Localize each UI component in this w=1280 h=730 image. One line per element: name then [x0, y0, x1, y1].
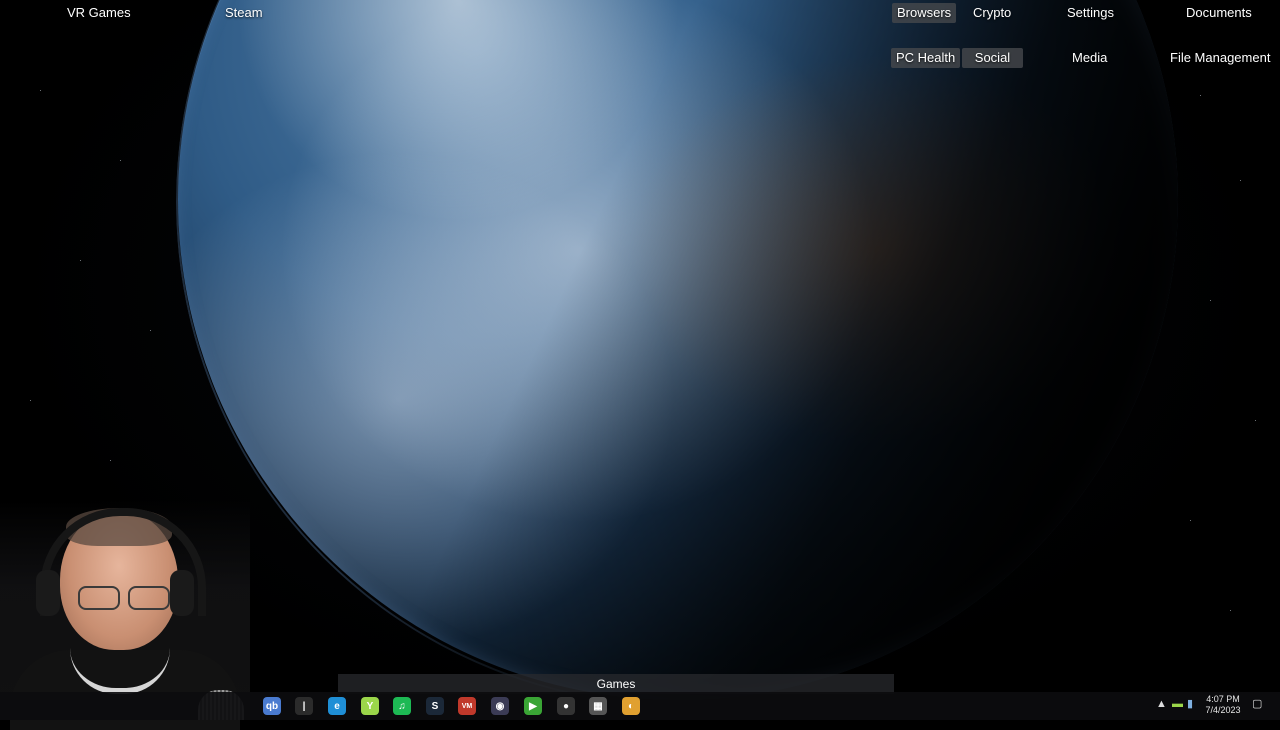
obs-icon[interactable]: ◉ — [491, 697, 509, 715]
terminal-icon[interactable]: | — [295, 697, 313, 715]
obs-glyph: ◉ — [495, 700, 505, 712]
edge-browser-icon[interactable]: e — [328, 697, 346, 715]
robinhood-icon[interactable]: Y — [361, 697, 379, 715]
headset-left-cup — [36, 570, 60, 616]
fence-vr-games[interactable]: VR Games — [62, 3, 136, 23]
terminal-glyph: | — [302, 700, 306, 712]
recorder-glyph: ● — [562, 700, 570, 712]
chrome-canary-icon[interactable]: ◐ — [622, 697, 640, 715]
notification-center-icon[interactable]: ▢ — [1252, 697, 1262, 710]
fence-settings[interactable]: Settings — [1062, 3, 1119, 23]
nvidia-icon[interactable]: ▶ — [524, 697, 542, 715]
voicemeeter-glyph: VM — [461, 702, 473, 710]
steam-glyph: S — [431, 700, 439, 712]
spotify-icon[interactable]: ♫ — [393, 697, 411, 715]
tray-app-icon[interactable]: ▬ — [1172, 698, 1183, 710]
fence-browsers[interactable]: Browsers — [892, 3, 957, 23]
fence-crypto[interactable]: Crypto — [968, 3, 1016, 23]
webcam-overlay — [0, 500, 250, 730]
qbittorrent-icon[interactable]: qb — [263, 697, 281, 715]
tray-network-icon[interactable]: ▮ — [1187, 697, 1193, 710]
qbittorrent-glyph: qb — [265, 700, 279, 712]
fence-media[interactable]: Media — [1067, 48, 1112, 68]
recorder-icon[interactable]: ● — [557, 697, 575, 715]
fence-pc-health[interactable]: PC Health — [891, 48, 961, 68]
app-grid-icon[interactable]: ▦ — [589, 697, 607, 715]
spotify-glyph: ♫ — [398, 700, 406, 712]
robinhood-glyph: Y — [366, 700, 374, 712]
fence-social[interactable]: Social — [962, 48, 1023, 68]
fence-file-management[interactable]: File Management — [1165, 48, 1275, 68]
fence-documents[interactable]: Documents — [1181, 3, 1257, 23]
nvidia-glyph: ▶ — [529, 700, 537, 712]
steam-icon[interactable]: S — [426, 697, 444, 715]
tray-chevron-up-icon[interactable]: ▲ — [1156, 698, 1167, 710]
fence-steam[interactable]: Steam — [220, 3, 268, 23]
taskbar — [0, 692, 1280, 720]
clock-time: 4:07 PM — [1206, 694, 1240, 704]
taskbar-clock[interactable]: 4:07 PM 7/4/2023 — [1200, 694, 1246, 716]
glasses — [78, 586, 188, 610]
clock-date: 7/4/2023 — [1205, 705, 1241, 715]
app-grid-glyph: ▦ — [593, 700, 603, 712]
edge-glyph: e — [334, 700, 340, 712]
voicemeeter-icon[interactable]: VM — [458, 697, 476, 715]
chrome-canary-glyph: ◐ — [627, 700, 635, 712]
fence-games[interactable]: Games — [338, 674, 894, 694]
